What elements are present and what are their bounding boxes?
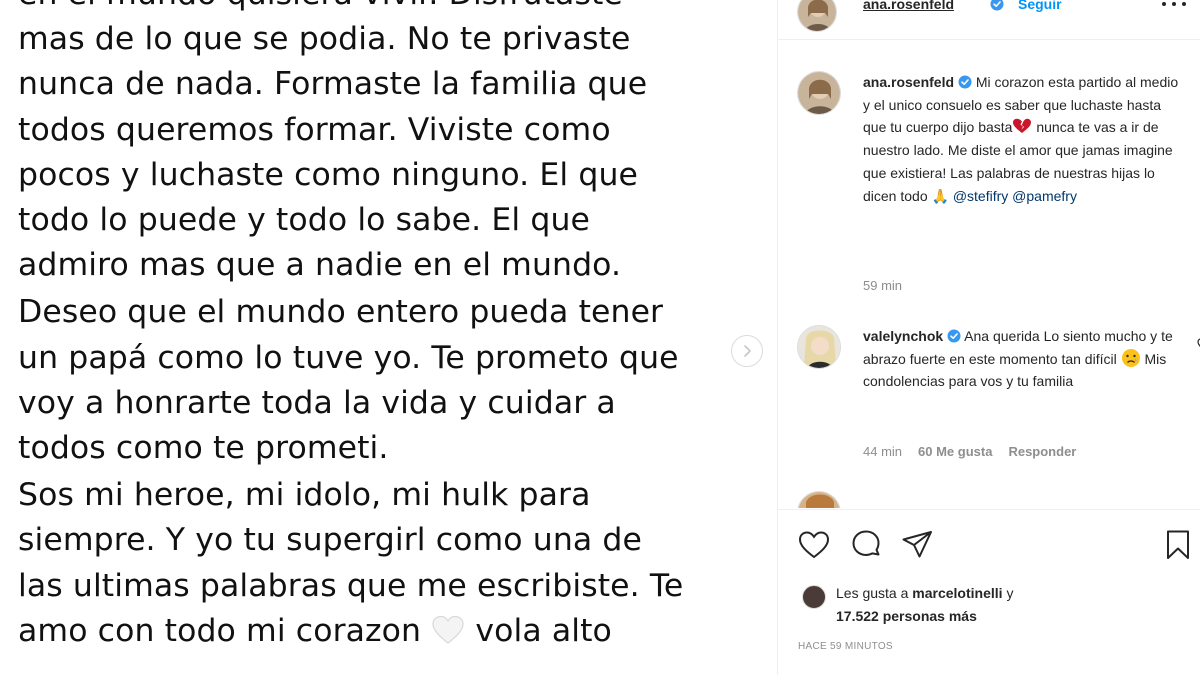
caption-meta: 59 min [863,278,902,293]
verified-badge-icon [947,329,961,343]
header-username[interactable]: ana.rosenfeld [863,0,954,12]
header-avatar[interactable] [797,0,837,32]
comment-likes-count[interactable]: 60 Me gusta [918,444,992,459]
caption-time[interactable]: 59 min [863,278,902,293]
chevron-right-icon [744,345,751,357]
comment-text: valelynchok Ana querida Lo siento mucho … [863,328,1173,390]
caption-username[interactable]: ana.rosenfeld [863,74,954,90]
broken-heart-icon [1013,119,1032,134]
crying-face-emoji-icon [1121,348,1140,367]
verified-badge-icon [990,0,1004,11]
bookmark-icon[interactable] [1161,528,1195,562]
comment-avatar[interactable] [797,325,841,369]
post-paragraph-1: en el mundo quisiera vivir. Disfrutaste … [18,0,648,284]
post-timestamp[interactable]: HACE 59 MINUTOS [798,641,893,652]
caption-avatar[interactable] [797,71,841,115]
heart-icon[interactable] [797,528,831,562]
post-sidebar: ana.rosenfeld Seguir ana.rosenfeld Mi co… [778,0,1200,675]
comment-icon[interactable] [849,528,883,562]
post-header: ana.rosenfeld Seguir [778,0,1200,40]
post-actions: Les gusta a marcelotinelli y 17.522 pers… [778,509,1200,675]
reply-button[interactable]: Responder [1008,444,1076,459]
send-icon[interactable] [900,528,934,562]
post-image[interactable]: en el mundo quisiera vivir. Disfrutaste … [0,0,777,675]
next-slide-button[interactable] [731,335,763,367]
verified-badge-icon [958,75,972,89]
post-paragraph-2: Deseo que el mundo entero pueda tener un… [18,294,679,467]
mention-link[interactable]: @pamefry [1012,188,1077,204]
caption-text: ana.rosenfeld Mi corazon esta partido al… [863,74,1179,204]
praying-hands-emoji: 🙏 [931,187,949,204]
more-options-icon[interactable] [1162,2,1186,8]
liker-username[interactable]: marcelotinelli [912,585,1002,601]
comment-time[interactable]: 44 min [863,444,902,459]
mention-link[interactable]: @stefifry [953,188,1008,204]
profile-photo-icon [798,492,840,508]
profile-photo-icon [798,0,836,31]
comments-list[interactable]: ana.rosenfeld Mi corazon esta partido al… [778,41,1200,508]
white-heart-icon [432,615,464,644]
likes-text: Les gusta a marcelotinelli y 17.522 pers… [836,585,1014,624]
post-image-text: en el mundo quisiera vivir. Disfrutaste … [18,0,763,654]
comment-meta: 44 min 60 Me gusta Responder [863,444,1076,459]
post-paragraph-3: Sos mi heroe, mi idolo, mi hulk para sie… [18,477,684,649]
comment-avatar[interactable] [797,491,841,508]
likes-count[interactable]: 17.522 personas más [836,608,977,624]
comment-username[interactable]: valelynchok [863,328,943,344]
profile-photo-icon [798,72,840,114]
follow-button[interactable]: Seguir [1018,0,1062,12]
liker-avatar[interactable] [802,585,826,609]
profile-photo-icon [798,326,840,368]
